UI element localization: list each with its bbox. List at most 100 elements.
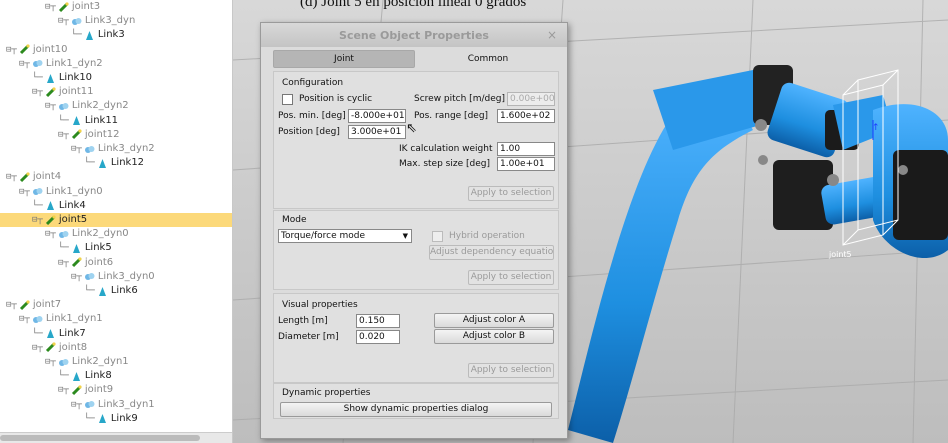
apply-mode-button[interactable]: Apply to selection [468, 270, 554, 285]
hierarchy-item[interactable]: ⊟┬ joint6 [0, 256, 113, 270]
hierarchy-item[interactable]: └─ Link5 [0, 241, 112, 255]
collapse-toggle-icon[interactable]: ⊟┬ [71, 270, 82, 284]
collapse-toggle-icon[interactable]: ⊟┬ [45, 355, 56, 369]
hierarchy-item[interactable]: ⊟┬ joint12 [0, 128, 120, 142]
position-cyclic-label: Position is cyclic [299, 94, 373, 104]
hierarchy-item[interactable]: ⊟┬ joint11 [0, 85, 94, 99]
collapse-toggle-icon[interactable]: ⊟┬ [58, 14, 69, 28]
hierarchy-item-label: Link5 [84, 242, 112, 254]
hierarchy-item[interactable]: ⊟┬ Link3_dyn [0, 14, 135, 28]
link-icon [97, 286, 111, 297]
length-field[interactable]: 0.150 [356, 314, 400, 328]
collapse-toggle-icon[interactable]: ⊟┬ [6, 298, 17, 312]
pos-min-field[interactable]: -8.000e+01 [348, 109, 406, 123]
collapse-toggle-icon[interactable]: ⊟┬ [58, 128, 69, 142]
dyn-icon [84, 144, 98, 155]
dyn-icon [58, 357, 72, 368]
hierarchy-item[interactable]: ⊟┬ Link3_dyn0 [0, 270, 155, 284]
collapse-toggle-icon[interactable]: ⊟┬ [58, 256, 69, 270]
hierarchy-item[interactable]: ⊟┬ Link1_dyn1 [0, 312, 103, 326]
hierarchy-item[interactable]: ⊟┬ Link3_dyn2 [0, 142, 155, 156]
collapse-toggle-icon[interactable]: ⊟┬ [71, 398, 82, 412]
collapse-toggle-icon[interactable]: ⊟┬ [45, 227, 56, 241]
joint-icon [71, 257, 85, 268]
collapse-toggle-icon[interactable]: ⊟┬ [19, 185, 30, 199]
hierarchy-item[interactable]: └─ Link3 [0, 28, 125, 42]
hierarchy-item-label: Link7 [58, 327, 86, 339]
mode-panel: Mode Torque/force mode ▼ Hybrid operatio… [273, 210, 559, 290]
hierarchy-item[interactable]: ⊟┬ Link3_dyn1 [0, 398, 155, 412]
show-dynamic-properties-button[interactable]: Show dynamic properties dialog [280, 402, 552, 417]
collapse-toggle-icon[interactable]: ⊟┬ [6, 43, 17, 57]
scene-object-properties-dialog[interactable]: Scene Object Properties × Joint Common C… [260, 22, 568, 439]
hierarchy-item[interactable]: ⊟┬ Link2_dyn0 [0, 227, 129, 241]
dyn-icon [58, 101, 72, 112]
hybrid-operation-checkbox[interactable] [432, 231, 443, 242]
hierarchy-item[interactable]: └─ Link7 [0, 327, 86, 341]
hierarchy-item[interactable]: ⊟┬ joint3 [0, 0, 100, 14]
apply-configuration-button[interactable]: Apply to selection [468, 186, 554, 201]
tree-branch-icon: └─ [58, 243, 69, 254]
tab-joint[interactable]: Joint [273, 50, 415, 68]
position-cyclic-checkbox[interactable] [282, 94, 293, 105]
scrollbar-thumb[interactable] [0, 435, 200, 441]
hierarchy-item[interactable]: └─ Link9 [0, 412, 138, 426]
horizontal-scrollbar[interactable] [0, 432, 232, 443]
dyn-icon [71, 16, 85, 27]
hierarchy-item[interactable]: ⊟┬ Link2_dyn1 [0, 355, 129, 369]
collapse-toggle-icon[interactable]: ⊟┬ [71, 142, 82, 156]
collapse-toggle-icon[interactable]: ⊟┬ [58, 383, 69, 397]
hierarchy-item[interactable]: └─ Link8 [0, 369, 112, 383]
collapse-toggle-icon[interactable]: ⊟┬ [19, 57, 30, 71]
hierarchy-item[interactable]: └─ Link11 [0, 114, 118, 128]
collapse-toggle-icon[interactable]: ⊟┬ [32, 213, 43, 227]
hierarchy-item[interactable]: └─ Link6 [0, 284, 138, 298]
hierarchy-item[interactable]: ⊟┬ joint4 [0, 170, 61, 184]
hierarchy-item[interactable]: ⊟┬ Link2_dyn2 [0, 99, 129, 113]
collapse-toggle-icon[interactable]: ⊟┬ [45, 0, 56, 14]
ik-weight-field[interactable]: 1.00 [497, 142, 555, 156]
diameter-field[interactable]: 0.020 [356, 330, 400, 344]
dialog-titlebar[interactable]: Scene Object Properties × [261, 23, 567, 47]
hierarchy-item[interactable]: ⊟┬ joint8 [0, 341, 87, 355]
hierarchy-item-label: Link8 [84, 370, 112, 382]
hierarchy-item[interactable]: └─ Link4 [0, 199, 86, 213]
tab-common[interactable]: Common [417, 50, 559, 68]
tree-branch-icon: └─ [84, 286, 95, 296]
tree-branch-icon: └─ [58, 371, 69, 382]
collapse-toggle-icon[interactable]: ⊟┬ [45, 99, 56, 113]
adjust-color-a-button[interactable]: Adjust color A [434, 313, 554, 328]
collapse-toggle-icon[interactable]: ⊟┬ [32, 341, 43, 355]
hierarchy-item-label: Link4 [58, 199, 86, 211]
hierarchy-item[interactable]: ⊟┬ joint10 [0, 43, 68, 57]
hierarchy-item[interactable]: ⊟┬ Link1_dyn2 [0, 57, 103, 71]
hierarchy-item-label: Link12 [110, 157, 145, 169]
collapse-toggle-icon[interactable]: ⊟┬ [6, 170, 17, 184]
pos-range-label: Pos. range [deg] [414, 111, 489, 121]
adjust-color-b-button[interactable]: Adjust color B [434, 329, 554, 344]
collapse-toggle-icon[interactable]: ⊟┬ [32, 85, 43, 99]
mouse-cursor-icon: ⇖ [406, 121, 417, 136]
close-icon[interactable]: × [547, 28, 557, 42]
hierarchy-item[interactable]: └─ Link10 [0, 71, 92, 85]
hierarchy-item[interactable]: ⊟┬ joint5 [0, 213, 232, 227]
mode-select[interactable]: Torque/force mode ▼ [278, 229, 412, 243]
mode-heading: Mode [282, 215, 307, 225]
joint-icon [45, 87, 59, 98]
pos-range-field[interactable]: 1.600e+02 [497, 109, 555, 123]
hierarchy-item[interactable]: ⊟┬ Link1_dyn0 [0, 185, 103, 199]
tree-branch-icon: └─ [71, 30, 82, 41]
mode-select-value: Torque/force mode [281, 231, 366, 241]
hierarchy-item[interactable]: ⊟┬ joint9 [0, 383, 113, 397]
position-field[interactable]: 3.000e+01 [348, 125, 406, 139]
hierarchy-item[interactable]: └─ Link12 [0, 156, 144, 170]
screw-pitch-field[interactable]: 0.00e+00 [507, 92, 555, 106]
adjust-dependency-button[interactable]: Adjust dependency equation [429, 245, 554, 260]
max-step-field[interactable]: 1.00e+01 [497, 157, 555, 171]
collapse-toggle-icon[interactable]: ⊟┬ [19, 312, 30, 326]
scene-hierarchy[interactable]: ⊟┬ joint3 ⊟┬ Link3_dyn └─ Link3 ⊟┬ joint10 ⊟┬ Lin… [0, 0, 233, 443]
dyn-icon [58, 229, 72, 240]
hierarchy-item[interactable]: ⊟┬ joint7 [0, 298, 61, 312]
apply-visual-button[interactable]: Apply to selection [468, 363, 554, 378]
hierarchy-item-label: joint9 [84, 384, 114, 396]
